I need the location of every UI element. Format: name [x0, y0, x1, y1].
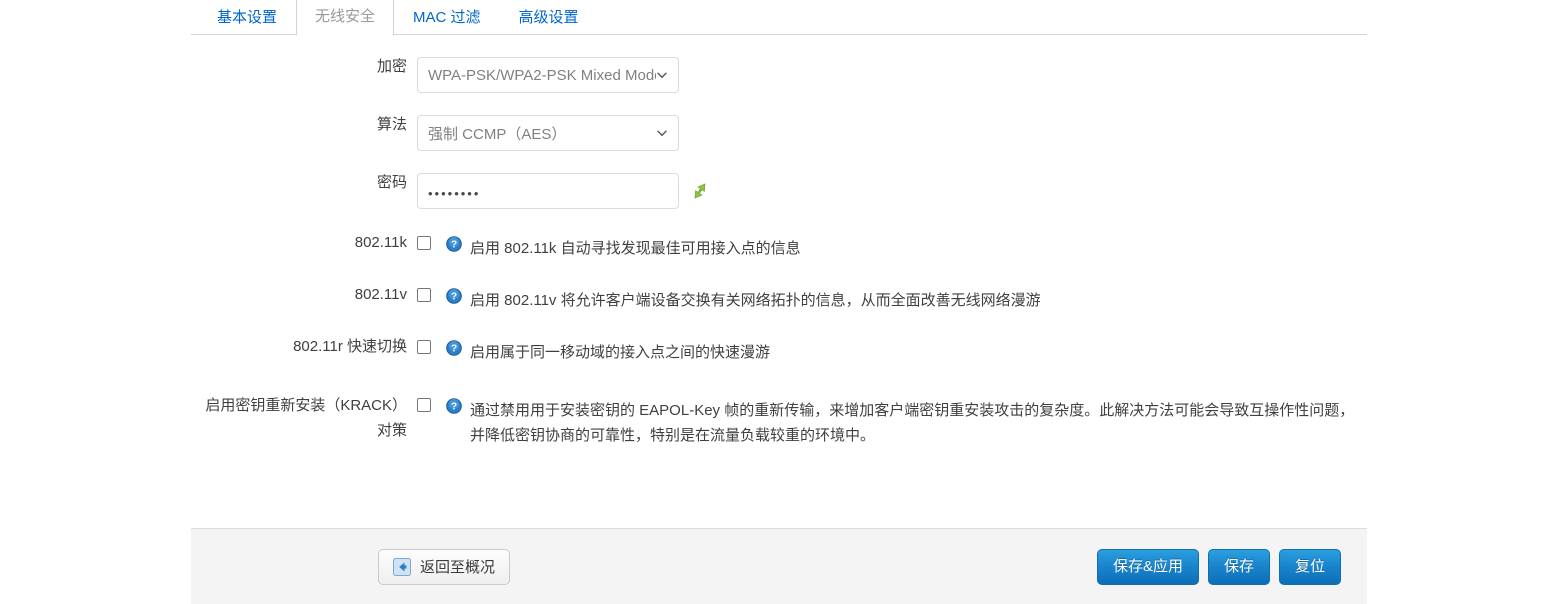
field-row-dot11v: 802.11v ? 启用 802.11v 将允许客户端设备交换有关网络拓扑的信息…	[191, 283, 1367, 313]
tab-basic-settings[interactable]: 基本设置	[198, 0, 296, 36]
checkbox-dot11r[interactable]	[417, 340, 431, 354]
back-to-overview-label: 返回至概况	[420, 559, 496, 576]
footer-button-group: 保存&应用 保存 复位	[1096, 548, 1341, 585]
field-row-dot11r: 802.11r 快速切换 ? 启用属于同一移动域的接入点之间的快速漫游	[191, 335, 1367, 365]
tab-wireless-security[interactable]: 无线安全	[296, 0, 395, 36]
field-row-dot11k: 802.11k ? 启用 802.11k 自动寻找发现最佳可用接入点的信息	[191, 231, 1367, 261]
tab-list: 基本设置 无线安全 MAC 过滤 高级设置	[191, 0, 1367, 36]
password-input[interactable]: ••••••••	[417, 173, 679, 209]
help-icon[interactable]: ?	[446, 398, 462, 414]
label-krack: 启用密钥重新安装（KRACK）对策	[205, 397, 407, 439]
select-encryption-value: WPA-PSK/WPA2-PSK Mixed Mode	[428, 66, 656, 84]
select-cipher-value: 强制 CCMP（AES）	[428, 125, 567, 143]
chevron-down-icon	[657, 130, 667, 137]
svg-text:?: ?	[451, 344, 457, 355]
form-footer: 返回至概况 保存&应用 保存 复位	[191, 528, 1367, 604]
svg-text:?: ?	[451, 240, 457, 251]
password-input-value: ••••••••	[428, 185, 481, 201]
tab-advanced-settings[interactable]: 高级设置	[500, 0, 598, 36]
back-arrow-icon	[393, 557, 411, 576]
help-icon[interactable]: ?	[446, 236, 462, 252]
help-icon[interactable]: ?	[446, 288, 462, 304]
control-krack: ? 通过禁用用于安装密钥的 EAPOL-Key 帧的重新传输，来增加客户端密钥重…	[417, 393, 1367, 448]
control-dot11v: ? 启用 802.11v 将允许客户端设备交换有关网络拓扑的信息，从而全面改善无…	[417, 283, 1367, 313]
field-row-encryption: 加密 WPA-PSK/WPA2-PSK Mixed Mode	[191, 57, 1367, 93]
svg-text:?: ?	[451, 402, 457, 413]
wireless-security-page: 基本设置 无线安全 MAC 过滤 高级设置 加密 WPA-PSK/WPA2-PS…	[0, 0, 1546, 604]
field-row-cipher: 算法 强制 CCMP（AES）	[191, 115, 1367, 151]
back-to-overview-button[interactable]: 返回至概况	[378, 548, 511, 585]
help-icon[interactable]: ?	[446, 340, 462, 356]
label-cipher: 算法	[376, 116, 407, 133]
select-cipher[interactable]: 强制 CCMP（AES）	[417, 115, 679, 151]
tab-bar: 基本设置 无线安全 MAC 过滤 高级设置	[191, 0, 1367, 36]
tab-mac-filter[interactable]: MAC 过滤	[394, 0, 500, 36]
description-krack: 通过禁用用于安装密钥的 EAPOL-Key 帧的重新传输，来增加客户端密钥重安装…	[470, 402, 1355, 444]
field-row-password: 密码 ••••••••	[191, 173, 1367, 209]
control-cipher: 强制 CCMP（AES）	[417, 115, 1367, 151]
svg-text:?: ?	[451, 292, 457, 303]
refresh-icon[interactable]	[689, 180, 711, 202]
checkbox-krack[interactable]	[417, 398, 431, 412]
field-row-krack: 启用密钥重新安装（KRACK）对策 ? 通过禁用用于安装密钥的 EAPOL-Ke…	[191, 393, 1367, 448]
checkbox-dot11v[interactable]	[417, 288, 431, 302]
label-dot11r: 802.11r 快速切换	[293, 338, 407, 355]
control-dot11k: ? 启用 802.11k 自动寻找发现最佳可用接入点的信息	[417, 231, 1367, 261]
description-dot11k: 启用 802.11k 自动寻找发现最佳可用接入点的信息	[470, 240, 801, 257]
control-password: ••••••••	[417, 173, 1367, 209]
control-encryption: WPA-PSK/WPA2-PSK Mixed Mode	[417, 57, 1367, 93]
control-dot11r: ? 启用属于同一移动域的接入点之间的快速漫游	[417, 335, 1367, 365]
description-dot11v: 启用 802.11v 将允许客户端设备交换有关网络拓扑的信息，从而全面改善无线网…	[470, 292, 1041, 309]
save-and-apply-button[interactable]: 保存&应用	[1096, 548, 1199, 585]
security-form: 加密 WPA-PSK/WPA2-PSK Mixed Mode 算法 强制 CCM…	[191, 35, 1367, 448]
description-dot11r: 启用属于同一移动域的接入点之间的快速漫游	[470, 344, 771, 361]
select-encryption[interactable]: WPA-PSK/WPA2-PSK Mixed Mode	[417, 57, 679, 93]
label-dot11v: 802.11v	[354, 286, 407, 303]
save-button[interactable]: 保存	[1207, 548, 1270, 585]
label-encryption: 加密	[376, 58, 407, 75]
label-password: 密码	[376, 174, 407, 191]
reset-button[interactable]: 复位	[1278, 548, 1341, 585]
checkbox-dot11k[interactable]	[417, 236, 431, 250]
chevron-down-icon	[657, 72, 667, 79]
label-dot11k: 802.11k	[354, 234, 407, 251]
